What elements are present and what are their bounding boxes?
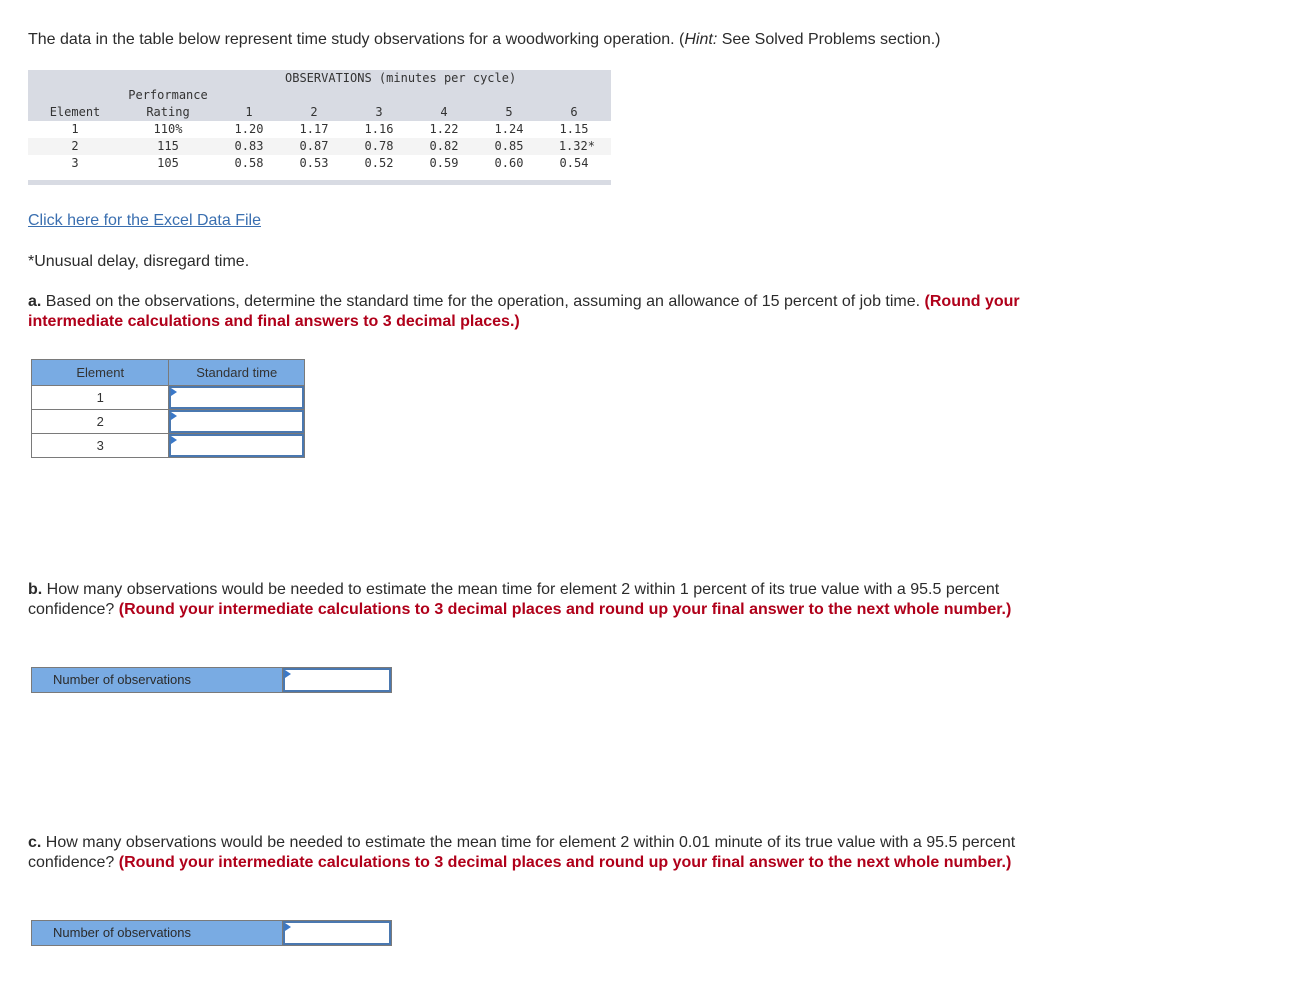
obs-col-header: 4 [440, 105, 448, 119]
standard-time-cell [168, 409, 305, 434]
observations-table-header: OBSERVATIONS (minutes per cycle) Perform… [28, 70, 611, 121]
performance-header-line1: Performance [128, 88, 208, 102]
part-b-answer-cell [283, 668, 391, 692]
obs-col-header: 5 [505, 105, 513, 119]
element-cell: 2 [30, 409, 170, 434]
obs-cell: 0.78 [364, 139, 394, 153]
observations-table: OBSERVATIONS (minutes per cycle) Perform… [28, 70, 611, 185]
table-row: 2 [30, 409, 305, 434]
obs-cell: 0.52 [364, 156, 394, 170]
part-c-label: c. [28, 834, 42, 851]
part-c-instruction: (Round your intermediate calculations to… [118, 854, 1012, 871]
obs-cell: 1.24 [494, 122, 524, 136]
standard-time-column-header: Standard time [168, 359, 305, 386]
footnote: *Unusual delay, disregard time. [28, 253, 250, 270]
element-column-header: Element [30, 359, 170, 386]
element-cell: 3 [71, 156, 79, 170]
obs-cell: 1.20 [234, 122, 264, 136]
table-row: 1 110% 1.20 1.17 1.16 1.22 1.24 1.15 [28, 121, 611, 138]
part-a-text: Based on the observations, determine the… [41, 293, 925, 310]
table-row: 3 105 0.58 0.53 0.52 0.59 0.60 0.54 [28, 155, 611, 172]
obs-cell: 0.82 [429, 139, 459, 153]
obs-cell: 1.16 [364, 122, 394, 136]
obs-cell: 0.53 [299, 156, 329, 170]
obs-col-header: 2 [310, 105, 318, 119]
standard-time-cell [168, 433, 305, 458]
table-row: 1 [30, 385, 305, 410]
part-b-instruction: (Round your intermediate calculations to… [118, 601, 1012, 618]
part-a-question: a. Based on the observations, determine … [28, 292, 1068, 332]
part-c-answer-row: Number of observations [31, 920, 392, 946]
element-cell: 2 [71, 139, 79, 153]
obs-cell: 0.54 [559, 156, 589, 170]
part-c-answer-cell [283, 921, 391, 945]
obs-col-header: 1 [245, 105, 253, 119]
standard-time-cell [168, 385, 305, 410]
table-row: 2 115 0.83 0.87 0.78 0.82 0.85 1.32* [28, 138, 611, 155]
standard-time-table-header: Element Standard time [30, 359, 305, 386]
part-a-label: a. [28, 293, 42, 310]
rating-cell: 110% [153, 122, 183, 136]
intro-text: The data in the table below represent ti… [28, 30, 1128, 50]
obs-col-header: 3 [375, 105, 383, 119]
table-footer-bar [28, 180, 611, 185]
obs-cell: 0.58 [234, 156, 264, 170]
obs-cell: 1.17 [299, 122, 329, 136]
part-b-number-of-observations-input[interactable] [283, 668, 391, 692]
obs-cell: 1.22 [429, 122, 459, 136]
number-of-observations-label: Number of observations [32, 668, 283, 692]
part-c-number-of-observations-input[interactable] [283, 921, 391, 945]
rating-cell: 115 [157, 139, 179, 153]
table-row: 3 [30, 433, 305, 458]
obs-cell: 1.32* [558, 139, 595, 153]
excel-data-link[interactable]: Click here for the Excel Data File [28, 212, 261, 230]
obs-col-header: 6 [570, 105, 578, 119]
element-cell: 1 [71, 122, 79, 136]
part-b-question: b. How many observations would be needed… [28, 580, 1068, 620]
number-of-observations-label: Number of observations [32, 921, 283, 945]
part-b-answer-row: Number of observations [31, 667, 392, 693]
obs-cell: 1.15 [559, 122, 589, 136]
part-c-question: c. How many observations would be needed… [28, 833, 1068, 873]
observations-group-header: OBSERVATIONS (minutes per cycle) [285, 71, 517, 85]
intro-text-end: See Solved Problems section.) [717, 31, 941, 48]
rating-cell: 105 [157, 156, 179, 170]
obs-cell: 0.59 [429, 156, 459, 170]
standard-time-input-3[interactable] [169, 434, 304, 457]
element-cell: 1 [30, 385, 170, 410]
obs-cell: 0.83 [234, 139, 264, 153]
intro-text-start: The data in the table below represent ti… [28, 31, 685, 48]
obs-cell: 0.60 [494, 156, 524, 170]
element-cell: 3 [30, 433, 170, 458]
hint-label: Hint: [684, 31, 718, 48]
obs-cell: 0.85 [494, 139, 524, 153]
element-header: Element [49, 105, 101, 119]
standard-time-input-2[interactable] [169, 410, 304, 433]
standard-time-input-1[interactable] [169, 386, 304, 409]
performance-header-line2: Rating [146, 105, 190, 119]
obs-cell: 0.87 [299, 139, 329, 153]
standard-time-table: Element Standard time 1 2 3 [30, 359, 305, 458]
part-b-label: b. [28, 581, 43, 598]
